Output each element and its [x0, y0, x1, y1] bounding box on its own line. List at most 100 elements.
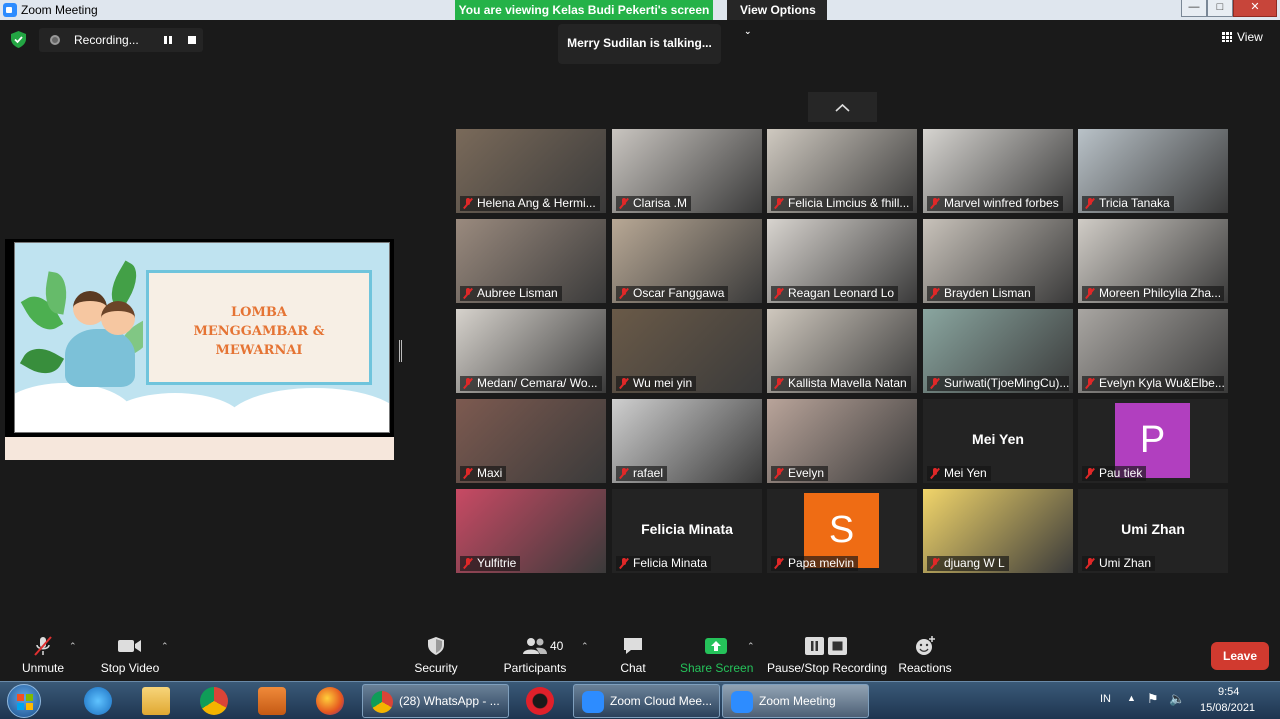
stop-video-button[interactable]: Stop Video	[100, 628, 160, 675]
participant-name: Evelyn Kyla Wu&Elbe...	[1099, 376, 1224, 390]
meeting-toolbar: Unmute ⌃ Stop Video ⌃ Security Participa…	[0, 628, 1280, 680]
participant-tile[interactable]: S Papa melvin	[767, 489, 917, 573]
action-center-flag-icon[interactable]: ⚑	[1147, 691, 1159, 707]
participant-tile[interactable]: Aubree Lisman	[456, 219, 606, 303]
participant-name: Marvel winfred forbes	[944, 196, 1059, 210]
participants-label: Participants	[503, 661, 567, 675]
view-button[interactable]: View	[1222, 30, 1263, 44]
security-label: Security	[414, 661, 458, 675]
participant-tile[interactable]: Oscar Fanggawa	[612, 219, 762, 303]
participant-name-label: Brayden Lisman	[927, 286, 1035, 301]
participant-tile[interactable]: Evelyn	[767, 399, 917, 483]
participant-name-label: Pau tiek	[1082, 466, 1147, 481]
participant-name-label: Wu mei yin	[616, 376, 697, 391]
windows-taskbar: (28) WhatsApp - ... Zoom Cloud Mee... Zo…	[0, 681, 1280, 719]
security-button[interactable]: Security	[410, 628, 462, 675]
tray-expand-icon[interactable]: ▲	[1127, 693, 1136, 703]
participant-tile[interactable]: Marvel winfred forbes	[923, 129, 1073, 213]
share-screen-button[interactable]: Share Screen	[680, 628, 754, 675]
participant-tile[interactable]: Felicia Minata Felicia Minata	[612, 489, 762, 573]
muted-mic-icon	[930, 558, 940, 569]
participant-tile[interactable]: Kallista Mavella Natan	[767, 309, 917, 393]
split-resize-handle[interactable]	[399, 340, 402, 362]
muted-mic-icon	[1085, 288, 1095, 299]
close-button[interactable]: ✕	[1233, 0, 1277, 17]
video-camera-icon	[118, 640, 141, 652]
participant-tile[interactable]: rafael	[612, 399, 762, 483]
participant-tile[interactable]: Moreen Philcylia Zha...	[1078, 219, 1228, 303]
muted-mic-icon	[463, 198, 473, 209]
muted-mic-icon	[1085, 378, 1095, 389]
participant-name: rafael	[633, 466, 664, 480]
media-player-icon[interactable]	[258, 687, 286, 715]
video-options-caret[interactable]: ⌃	[161, 641, 169, 652]
pause-stop-label: Pause/Stop Recording	[767, 661, 888, 675]
participant-name: Oscar Fanggawa	[633, 286, 725, 300]
muted-mic-icon	[619, 198, 629, 209]
opera-icon[interactable]	[526, 687, 554, 715]
clock-date[interactable]: 15/08/2021	[1200, 702, 1255, 714]
participant-tile[interactable]: Umi Zhan Umi Zhan	[1078, 489, 1228, 573]
language-indicator[interactable]: IN	[1100, 693, 1111, 705]
participant-tile[interactable]: djuang W L	[923, 489, 1073, 573]
participant-name: Umi Zhan	[1099, 556, 1152, 570]
chrome-icon[interactable]	[200, 687, 228, 715]
reactions-button[interactable]: Reactions	[898, 628, 952, 675]
participant-tile[interactable]: Felicia Limcius & fhill...	[767, 129, 917, 213]
chat-label: Chat	[620, 661, 646, 675]
participant-name: Maxi	[477, 466, 503, 480]
taskbar-zoom-cloud[interactable]: Zoom Cloud Mee...	[573, 684, 720, 718]
volume-icon[interactable]: 🔈	[1169, 691, 1185, 707]
start-button[interactable]	[7, 684, 41, 718]
windows-logo-icon	[17, 694, 33, 710]
stop-icon[interactable]	[188, 36, 196, 44]
participant-tile[interactable]: Suriwati(TjoeMingCu)...	[923, 309, 1073, 393]
participant-name: djuang W L	[944, 556, 1005, 570]
share-options-caret[interactable]: ⌃	[747, 641, 755, 652]
muted-mic-icon	[930, 468, 940, 479]
minimize-button[interactable]: —	[1181, 0, 1207, 17]
participant-name-label: Reagan Leonard Lo	[771, 286, 899, 301]
participant-tile[interactable]: Brayden Lisman	[923, 219, 1073, 303]
participant-tile[interactable]: Reagan Leonard Lo	[767, 219, 917, 303]
participant-tile[interactable]: Tricia Tanaka	[1078, 129, 1228, 213]
participant-name-label: Aubree Lisman	[460, 286, 562, 301]
scroll-up-button[interactable]	[808, 92, 877, 122]
participant-tile[interactable]: Mei Yen Mei Yen	[923, 399, 1073, 483]
participant-name: Suriwati(TjoeMingCu)...	[944, 376, 1069, 390]
viewing-screen-banner: You are viewing Kelas Budi Pekerti's scr…	[455, 0, 713, 20]
taskbar-whatsapp[interactable]: (28) WhatsApp - ...	[362, 684, 509, 718]
audio-options-caret[interactable]: ⌃	[69, 641, 77, 652]
share-screen-label: Share Screen	[680, 661, 754, 675]
maximize-button[interactable]: □	[1207, 0, 1233, 17]
pause-icon[interactable]	[164, 36, 172, 44]
chrome-icon	[371, 690, 393, 713]
participant-tile[interactable]: P Pau tiek	[1078, 399, 1228, 483]
firefox-icon[interactable]	[316, 687, 344, 715]
muted-mic-icon	[463, 378, 473, 389]
participant-tile[interactable]: Yulfitrie	[456, 489, 606, 573]
taskbar-zoom-meeting[interactable]: Zoom Meeting	[722, 684, 869, 718]
illustration-children	[65, 329, 135, 387]
chat-button[interactable]: Chat	[613, 628, 653, 675]
participant-tile[interactable]: Evelyn Kyla Wu&Elbe...	[1078, 309, 1228, 393]
shared-screen[interactable]: LOMBA MENGGAMBAR & MEWARNAI	[5, 239, 394, 460]
unmute-button[interactable]: Unmute	[18, 628, 68, 675]
participants-options-caret[interactable]: ⌃	[581, 641, 589, 652]
participant-name-label: Yulfitrie	[460, 556, 521, 571]
participant-tile[interactable]: Medan/ Cemara/ Wo...	[456, 309, 606, 393]
participant-tile[interactable]: Wu mei yin	[612, 309, 762, 393]
participant-tile[interactable]: Helena Ang & Hermi...	[456, 129, 606, 213]
shield-icon[interactable]	[10, 31, 27, 48]
file-explorer-icon[interactable]	[142, 687, 170, 715]
internet-explorer-icon[interactable]	[84, 687, 112, 715]
leave-button[interactable]: Leave	[1211, 642, 1269, 670]
view-options-button[interactable]: View Options ⌄	[727, 0, 827, 36]
muted-mic-icon	[930, 198, 940, 209]
pause-stop-recording-button[interactable]: Pause/Stop Recording	[767, 628, 888, 675]
recording-dot-icon	[50, 35, 60, 45]
participant-tile[interactable]: Maxi	[456, 399, 606, 483]
clock-time[interactable]: 9:54	[1218, 686, 1239, 698]
grid-icon	[1222, 32, 1232, 42]
participant-tile[interactable]: Clarisa .M	[612, 129, 762, 213]
